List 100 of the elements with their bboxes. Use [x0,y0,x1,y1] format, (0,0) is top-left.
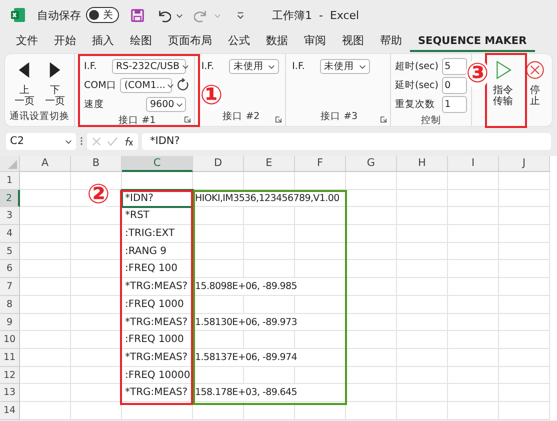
column-header[interactable]: I [448,156,499,172]
table-cell [448,348,499,367]
table-cell [499,384,550,402]
stop-button[interactable]: 停 止 [522,60,548,126]
row-header[interactable]: 8 [0,296,20,314]
row-header[interactable]: 9 [0,314,20,332]
table-cell [346,190,397,208]
input-field[interactable]: 0 [442,76,467,94]
chevron-down-icon [176,100,184,108]
customize-toolbar-icon[interactable] [236,10,245,20]
row-header[interactable]: 6 [0,260,20,278]
table-cell [448,331,499,349]
column-header[interactable]: F [295,156,346,172]
menu-tab[interactable]: 视图 [334,31,372,53]
dropdown-caret-icon[interactable] [176,12,183,18]
row-header[interactable]: 13 [0,384,20,402]
table-cell: :FREQ 1000 [122,296,193,314]
menu-tab[interactable]: 绘图 [122,31,160,53]
table-cell [20,190,71,208]
table-cell [397,384,448,402]
column-header[interactable]: G [346,156,397,172]
send-command-button[interactable]: 指令 传输 [490,60,516,126]
menu-tab[interactable]: 审阅 [296,31,334,53]
menu-tab[interactable]: 插入 [84,31,122,53]
left-triangle-icon [18,61,30,79]
table-cell [193,207,244,226]
menu-tab[interactable]: SEQUENCE MAKER [410,32,535,52]
refresh-icon[interactable] [176,78,190,92]
table-cell [346,331,397,349]
table-cell [499,296,550,314]
formula-input[interactable]: *IDN? [142,132,551,150]
menu-tab[interactable]: 数据 [258,31,296,53]
autosave-toggle[interactable]: 关 [86,7,119,23]
menu-tab[interactable]: 文件 [8,31,46,53]
column-header[interactable]: A [20,156,71,172]
row-header[interactable]: 2 [0,190,20,208]
column-header[interactable]: J [499,156,550,172]
table-cell [448,260,499,278]
table-cell [499,348,550,367]
column-header[interactable]: C [122,156,193,172]
column-header[interactable]: B [71,156,122,172]
menu-tab[interactable]: 帮助 [372,31,410,53]
table-cell [448,190,499,208]
table-cell [448,314,499,332]
row-header[interactable]: 5 [0,242,20,260]
more-options-icon[interactable] [80,136,83,146]
group-label: 接口 #2 [222,110,260,124]
field-label: 延时(sec) [395,78,438,92]
next-page-button[interactable]: 下 一页 [44,57,65,110]
table-cell: *TRG:MEAS? [122,278,193,296]
row-header[interactable]: 11 [0,348,20,367]
table-cell [244,242,295,260]
checkmark-icon[interactable] [107,136,118,146]
table-cell [499,172,550,190]
field-label: I.F. [201,60,216,72]
group-label: 接口 #3 [320,110,358,124]
input-field[interactable]: 1 [442,96,467,112]
table-cell [244,207,295,226]
dialog-launcher-icon[interactable] [184,116,192,123]
table-cell [244,225,295,243]
column-header[interactable]: H [397,156,448,172]
dialog-launcher-icon[interactable] [275,116,282,123]
row-header[interactable]: 4 [0,225,20,243]
table-cell [397,207,448,226]
dropdown-field[interactable]: 9600 [146,96,186,112]
table-cell [346,207,397,226]
field-label: I.F. [292,60,306,72]
table-cell [346,384,397,402]
chevron-down-icon [359,62,366,70]
menu-tab[interactable]: 页面布局 [160,31,220,53]
table-cell [448,366,499,384]
save-icon[interactable] [130,8,145,22]
table-cell [346,348,397,367]
table-cell [20,384,71,402]
previous-page-button[interactable]: 上 一页 [14,57,34,110]
table-cell [499,190,550,208]
function-icon[interactable] [123,136,134,146]
input-field[interactable]: 5 [442,58,467,74]
table-cell [20,278,71,296]
row-header[interactable]: 12 [0,366,20,384]
table-cell [193,172,244,190]
table-cell [397,278,448,296]
dialog-launcher-icon[interactable] [380,116,387,123]
column-header[interactable]: E [244,156,295,172]
row-header[interactable]: 3 [0,207,20,226]
row-header[interactable]: 10 [0,331,20,349]
dropdown-field[interactable]: 未使用 [229,58,280,74]
dropdown-field[interactable]: RS-232C/USB [112,58,186,74]
row-header[interactable]: 14 [0,402,20,420]
table-cell [499,331,550,349]
column-header[interactable]: D [193,156,244,172]
dropdown-field[interactable]: (COM1... [120,78,172,92]
name-box[interactable]: C2 [6,132,76,150]
menu-tab[interactable]: 开始 [46,31,84,53]
row-header[interactable]: 1 [0,172,20,190]
row-header[interactable]: 7 [0,278,20,296]
menu-tab[interactable]: 公式 [220,31,258,53]
dropdown-field[interactable]: 未使用 [320,58,370,74]
window-title: 工作簿1 - Excel [272,8,360,22]
table-cell [20,225,71,243]
